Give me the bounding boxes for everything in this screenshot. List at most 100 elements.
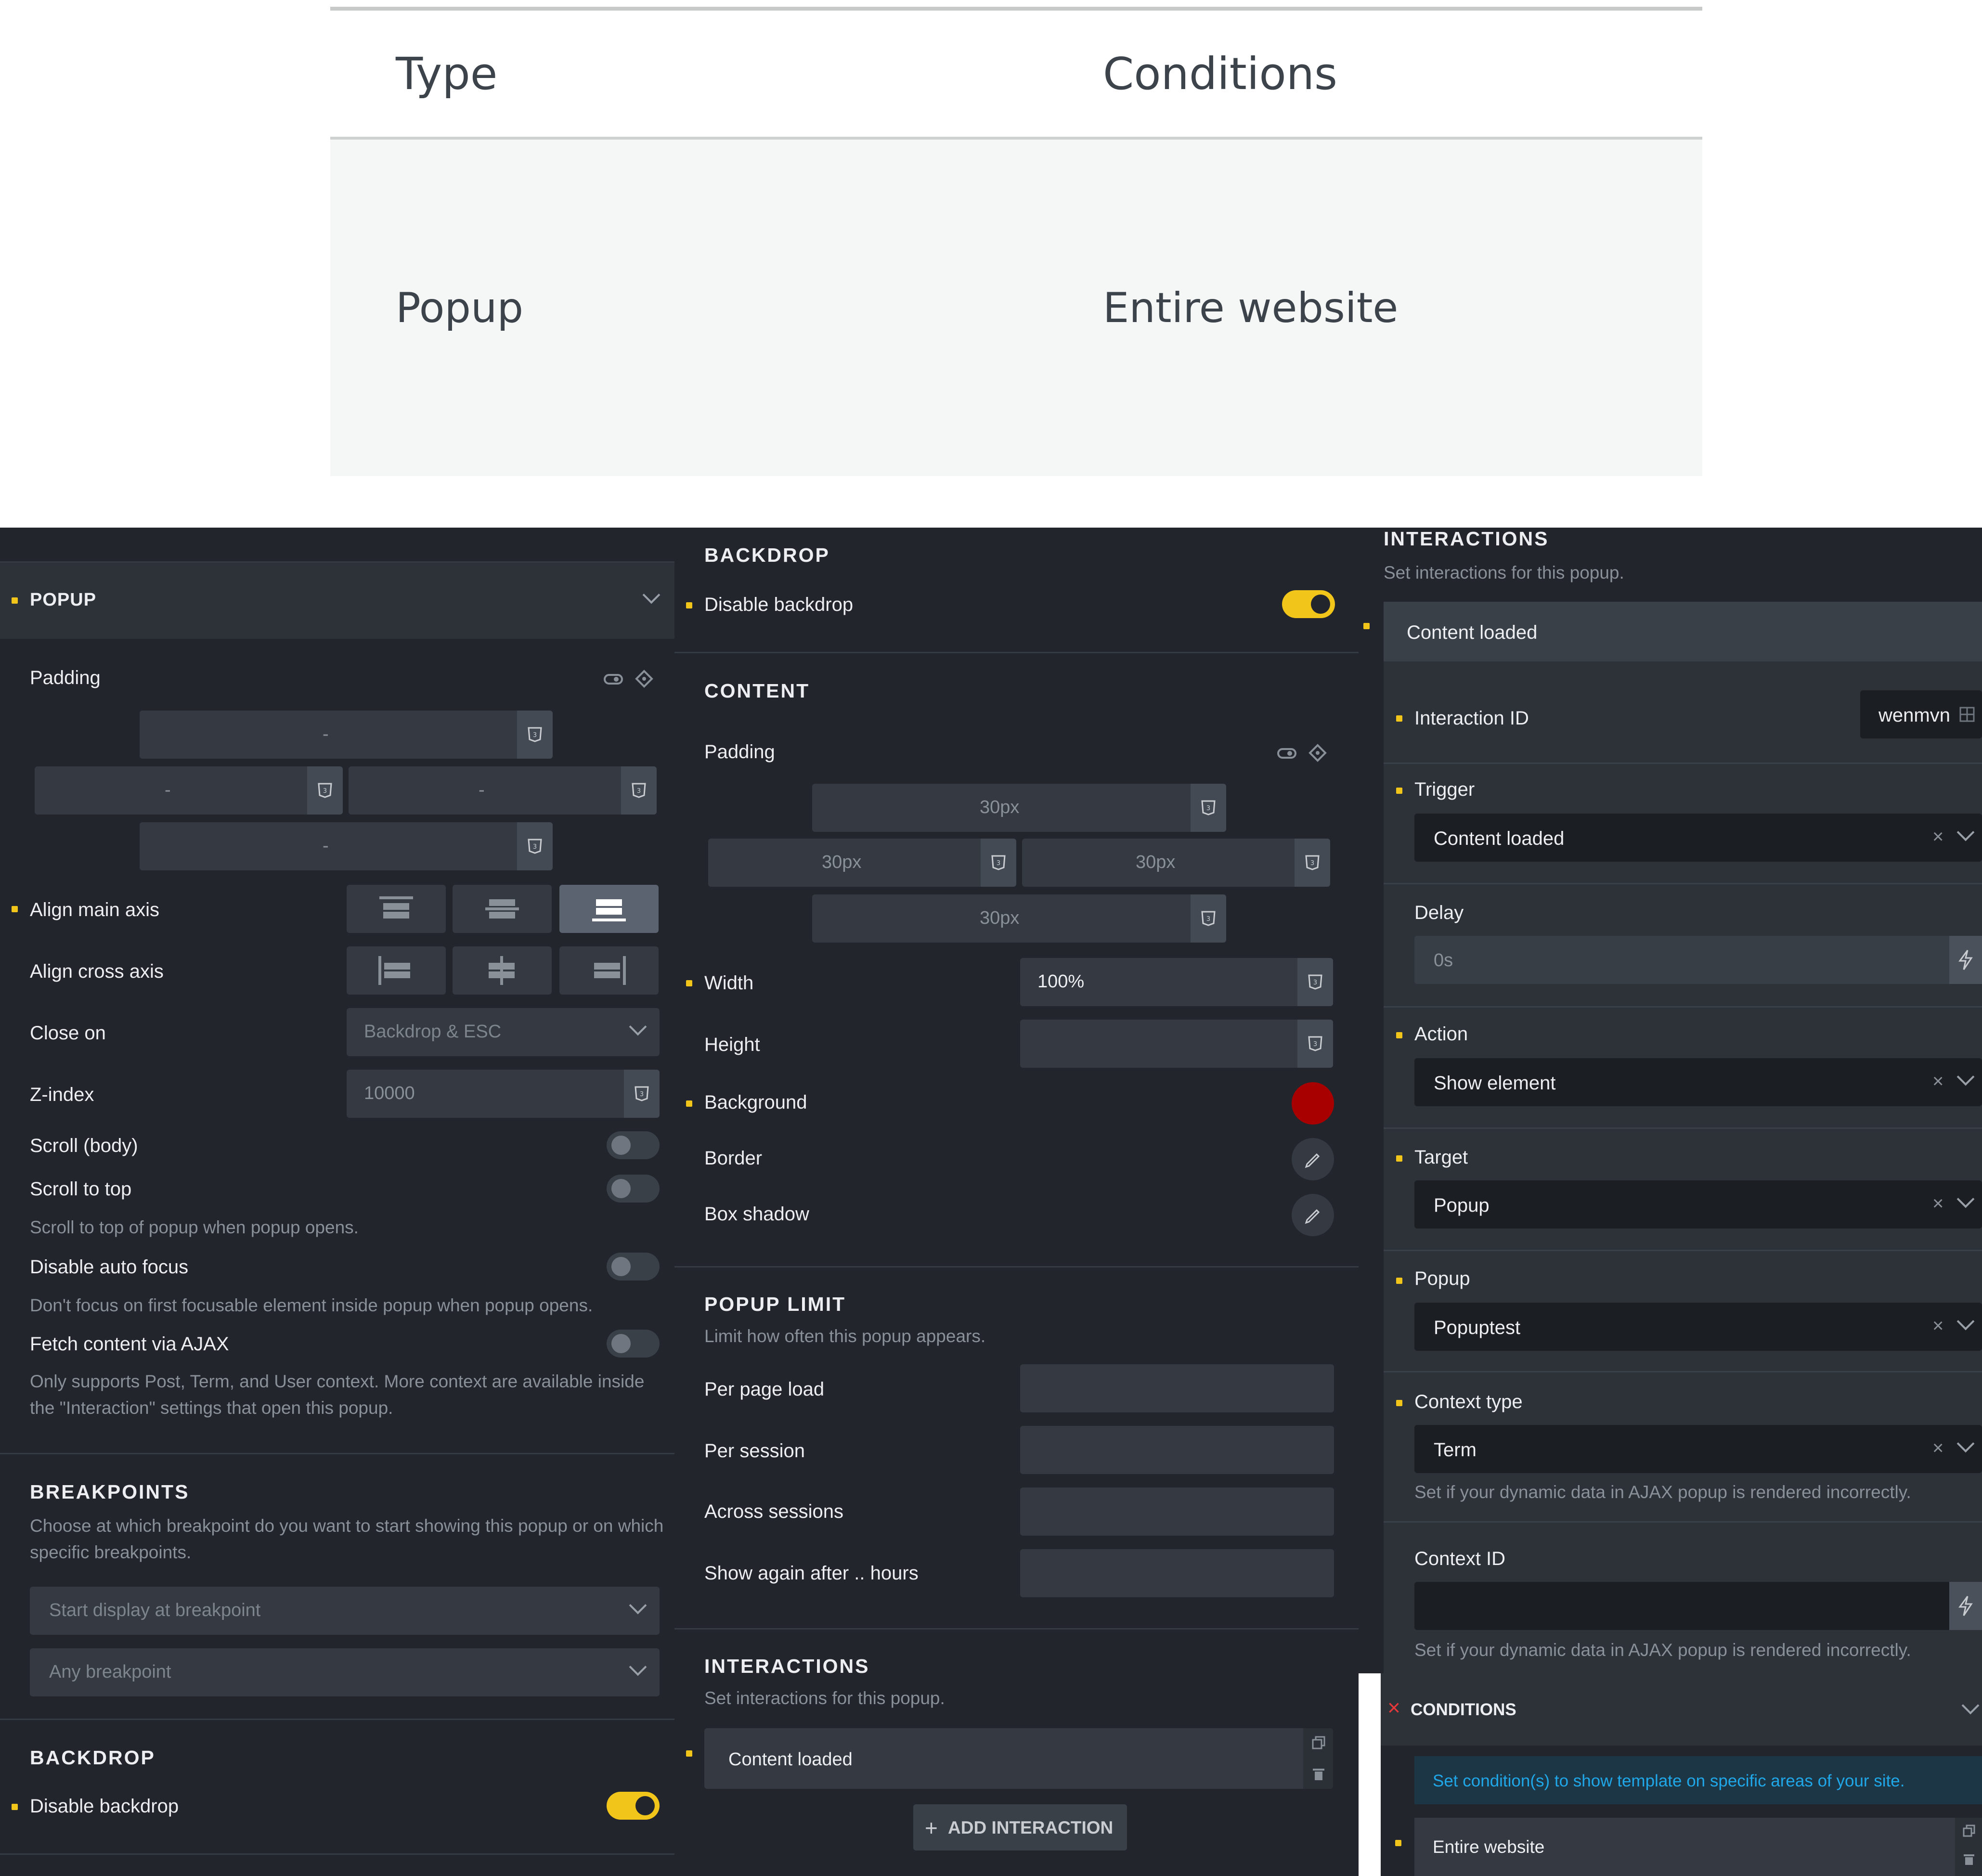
fetch-ajax-toggle[interactable] bbox=[607, 1330, 660, 1358]
align-cross-center-button[interactable] bbox=[453, 946, 552, 995]
scroll-to-top-description: Scroll to top of popup when popup opens. bbox=[30, 1217, 359, 1237]
conditions-area: × CONDITIONS Set condition(s) to show te… bbox=[1359, 1673, 1982, 1876]
per-session-input[interactable] bbox=[1020, 1426, 1334, 1474]
align-main-end-button[interactable] bbox=[559, 885, 659, 933]
target-label: Target bbox=[1414, 1147, 1468, 1168]
scroll-body-toggle[interactable] bbox=[607, 1131, 660, 1159]
trash-icon[interactable] bbox=[1963, 1852, 1975, 1866]
align-main-center-button[interactable] bbox=[453, 885, 552, 933]
condition-item[interactable]: Entire website bbox=[1414, 1818, 1982, 1876]
disable-auto-focus-toggle[interactable] bbox=[607, 1253, 660, 1281]
crosshair-icon[interactable] bbox=[1308, 743, 1327, 763]
table-cell-type: Popup bbox=[396, 284, 524, 332]
start-display-breakpoint-select[interactable]: Start display at breakpoint bbox=[30, 1587, 660, 1635]
svg-text:3: 3 bbox=[533, 732, 537, 739]
link-icon[interactable] bbox=[1277, 746, 1297, 760]
target-select[interactable]: Popup × bbox=[1414, 1180, 1982, 1229]
modified-dot bbox=[1396, 1032, 1402, 1038]
interaction-item-header[interactable]: Content loaded bbox=[1384, 602, 1982, 661]
conditions-info-banner: Set condition(s) to show template on spe… bbox=[1414, 1756, 1982, 1804]
padding-left-input[interactable]: 30px 3 bbox=[708, 839, 1016, 887]
align-bottom-icon bbox=[592, 899, 626, 921]
popup-select[interactable]: Popuptest × bbox=[1414, 1303, 1982, 1351]
interaction-id-field[interactable]: wenmvn bbox=[1860, 690, 1982, 738]
unit-selector[interactable]: 3 bbox=[517, 711, 553, 759]
copy-icon[interactable] bbox=[1312, 1736, 1325, 1749]
table-row[interactable]: Popup Entire website bbox=[330, 140, 1702, 476]
background-label: Background bbox=[704, 1092, 807, 1113]
trash-icon[interactable] bbox=[1312, 1767, 1325, 1781]
close-on-select[interactable]: Backdrop & ESC bbox=[347, 1008, 660, 1056]
conditions-header[interactable]: × CONDITIONS bbox=[1381, 1673, 1982, 1746]
context-id-input[interactable] bbox=[1414, 1582, 1982, 1630]
link-icon[interactable] bbox=[604, 672, 624, 686]
copy-icon[interactable] bbox=[1963, 1824, 1975, 1837]
disable-backdrop-toggle[interactable] bbox=[607, 1792, 660, 1820]
padding-right-input[interactable]: - 3 bbox=[349, 766, 657, 815]
per-page-load-input[interactable] bbox=[1020, 1364, 1334, 1412]
clear-icon[interactable]: × bbox=[1932, 826, 1943, 848]
modified-dot bbox=[1395, 1840, 1401, 1846]
unit-selector[interactable]: 3 bbox=[621, 766, 657, 815]
clear-icon[interactable]: × bbox=[1932, 1437, 1943, 1459]
delay-input[interactable]: 0s bbox=[1414, 936, 1982, 984]
width-label: Width bbox=[704, 972, 754, 994]
unit-selector[interactable]: 3 bbox=[1191, 784, 1226, 832]
scroll-to-top-toggle[interactable] bbox=[607, 1175, 660, 1203]
unit-selector[interactable]: 3 bbox=[517, 822, 553, 870]
padding-right-input[interactable]: 30px 3 bbox=[1022, 839, 1330, 887]
add-interaction-button[interactable]: + ADD INTERACTION bbox=[913, 1804, 1127, 1850]
interaction-item[interactable]: Content loaded bbox=[704, 1728, 1333, 1789]
background-color-swatch[interactable] bbox=[1292, 1082, 1334, 1125]
chevron-down-icon bbox=[629, 1018, 647, 1036]
clear-icon[interactable]: × bbox=[1932, 1315, 1943, 1337]
per-session-label: Per session bbox=[704, 1440, 805, 1462]
crosshair-icon[interactable] bbox=[635, 669, 654, 688]
align-main-start-button[interactable] bbox=[347, 885, 446, 933]
chevron-down-icon bbox=[1956, 823, 1975, 841]
context-id-label: Context ID bbox=[1414, 1548, 1505, 1569]
box-shadow-edit-button[interactable] bbox=[1292, 1194, 1334, 1236]
align-main-axis-label: Align main axis bbox=[30, 899, 160, 920]
plus-icon: + bbox=[925, 1815, 938, 1840]
border-edit-button[interactable] bbox=[1292, 1138, 1334, 1180]
divider bbox=[1384, 883, 1982, 884]
unit-selector[interactable]: 3 bbox=[1295, 839, 1330, 887]
padding-top-input[interactable]: - 3 bbox=[140, 711, 553, 759]
dynamic-data-button[interactable] bbox=[1949, 936, 1982, 984]
unit-selector[interactable]: 3 bbox=[307, 766, 343, 815]
padding-top-input[interactable]: 30px 3 bbox=[812, 784, 1226, 832]
align-cross-start-button[interactable] bbox=[347, 946, 446, 995]
divider bbox=[1384, 1006, 1982, 1008]
divider bbox=[0, 1719, 674, 1720]
across-sessions-input[interactable] bbox=[1020, 1488, 1334, 1536]
width-input[interactable]: 100% 3 bbox=[1020, 958, 1333, 1006]
any-breakpoint-select[interactable]: Any breakpoint bbox=[30, 1648, 660, 1696]
clear-icon[interactable]: × bbox=[1932, 1193, 1943, 1215]
table-header-conditions: Conditions bbox=[1103, 48, 1337, 100]
action-select[interactable]: Show element × bbox=[1414, 1058, 1982, 1106]
height-input[interactable]: 3 bbox=[1020, 1020, 1333, 1068]
popup-section-header[interactable]: POPUP bbox=[0, 563, 674, 639]
unit-selector[interactable]: 3 bbox=[1191, 894, 1226, 943]
trigger-select[interactable]: Content loaded × bbox=[1414, 814, 1982, 862]
context-type-select[interactable]: Term × bbox=[1414, 1425, 1982, 1473]
clear-icon[interactable]: × bbox=[1932, 1071, 1943, 1092]
unit-selector[interactable]: 3 bbox=[1297, 958, 1333, 1006]
breakpoints-description: Choose at which breakpoint do you want t… bbox=[30, 1516, 664, 1562]
z-index-input[interactable]: 10000 3 bbox=[347, 1070, 660, 1118]
padding-left-input[interactable]: - 3 bbox=[35, 766, 343, 815]
close-icon[interactable]: × bbox=[1387, 1695, 1400, 1721]
align-cross-end-button[interactable] bbox=[559, 946, 659, 995]
breakpoints-header: BREAKPOINTS bbox=[30, 1481, 190, 1503]
disable-backdrop-toggle[interactable] bbox=[1282, 590, 1335, 618]
interaction-editor: INTERACTIONS Set interactions for this p… bbox=[1359, 528, 1982, 1673]
unit-selector[interactable]: 3 bbox=[624, 1070, 660, 1118]
backdrop-header: BACKDROP bbox=[704, 544, 830, 566]
padding-bottom-input[interactable]: - 3 bbox=[140, 822, 553, 870]
unit-selector[interactable]: 3 bbox=[1297, 1020, 1333, 1068]
show-again-input[interactable] bbox=[1020, 1549, 1334, 1597]
padding-bottom-input[interactable]: 30px 3 bbox=[812, 894, 1226, 943]
dynamic-data-button[interactable] bbox=[1949, 1582, 1982, 1630]
unit-selector[interactable]: 3 bbox=[981, 839, 1016, 887]
